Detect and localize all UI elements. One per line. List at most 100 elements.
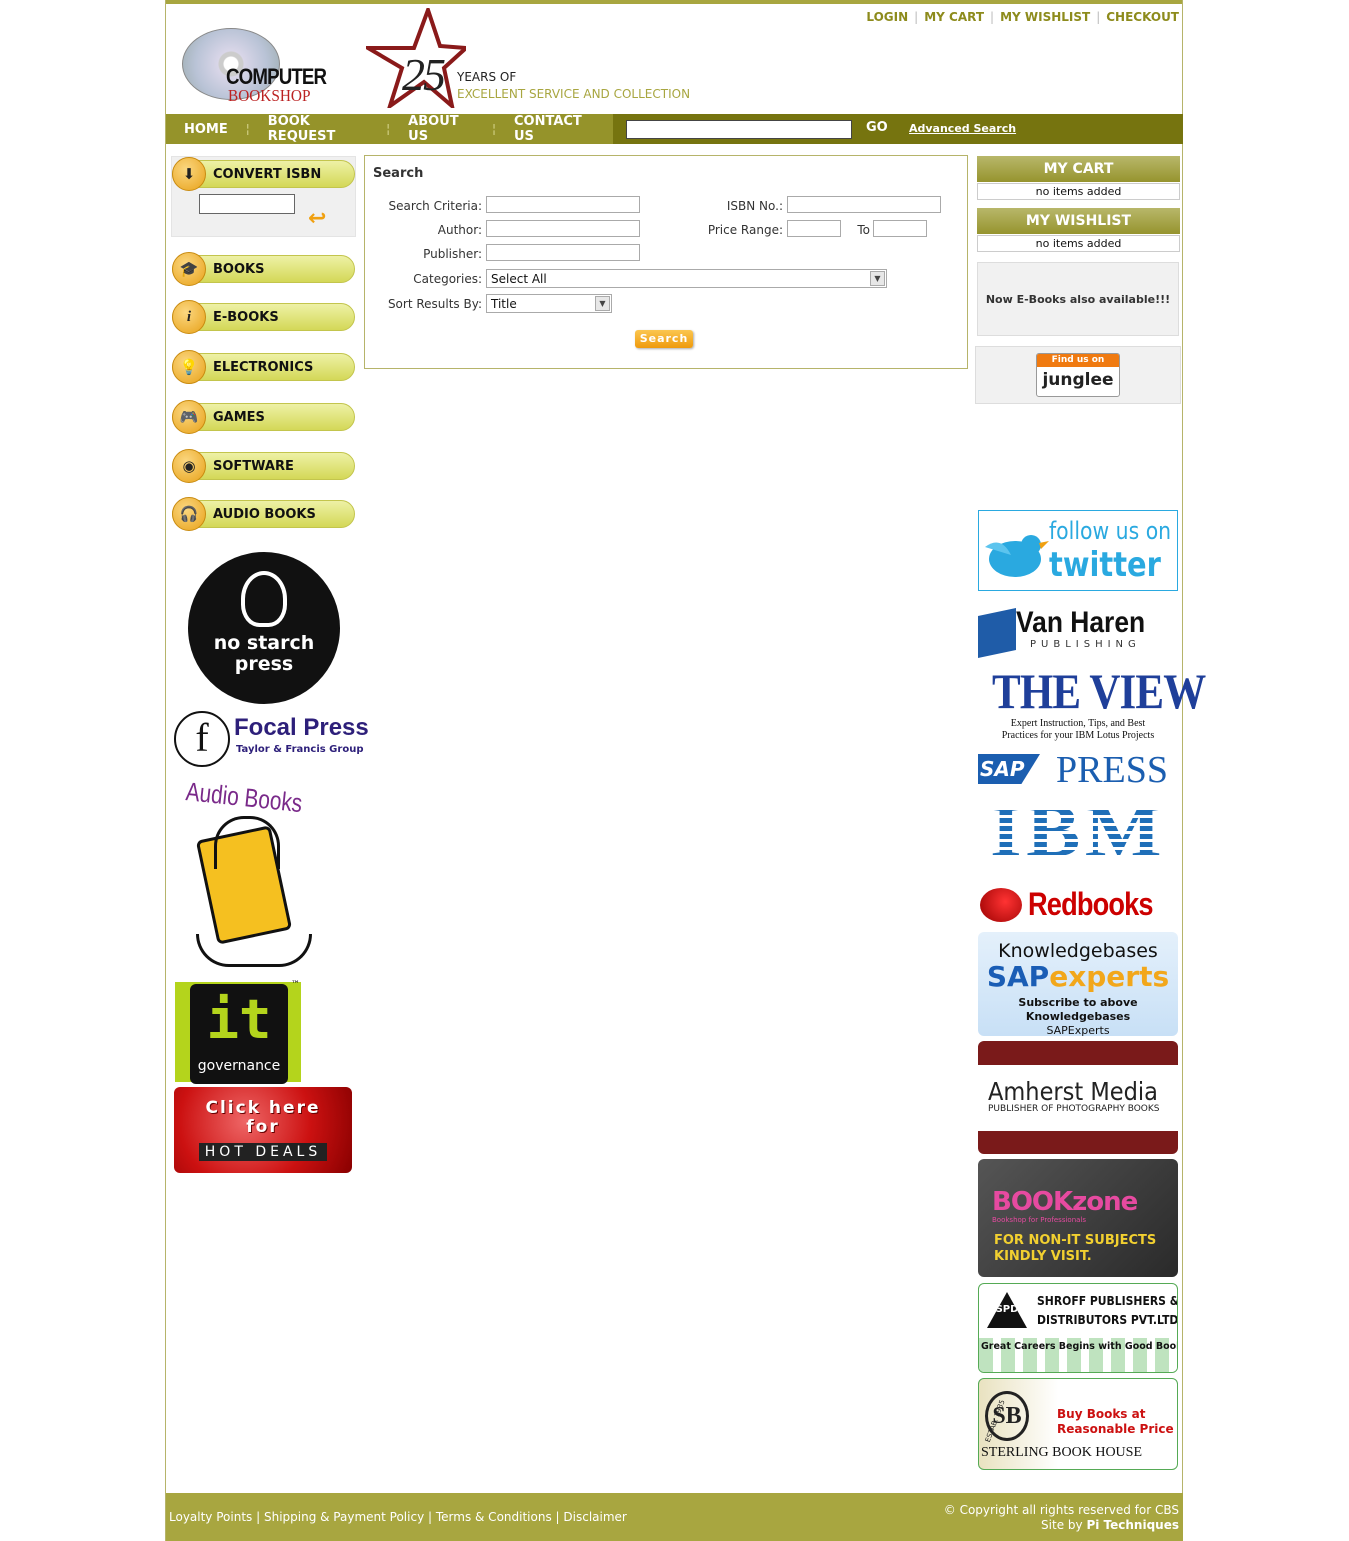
hot-deals-ad[interactable]: Click here for HOT DEALS bbox=[174, 1087, 352, 1173]
sort-selected-value: Title bbox=[491, 297, 517, 311]
login-link[interactable]: LOGIN bbox=[860, 10, 914, 24]
category-label: AUDIO BOOKS bbox=[213, 507, 316, 522]
shroff-logo-icon: SPD bbox=[987, 1292, 1027, 1328]
nav-book-request[interactable]: BOOK REQUEST bbox=[250, 114, 386, 144]
sort-label: Sort Results By: bbox=[387, 297, 482, 311]
category-audio-books[interactable]: 🎧 AUDIO BOOKS bbox=[172, 497, 355, 531]
shipping-policy-link[interactable]: Shipping & Payment Policy bbox=[264, 1510, 424, 1524]
price-from-input[interactable] bbox=[787, 220, 841, 237]
van-haren-title: Van Haren bbox=[1016, 606, 1146, 639]
anniversary-number: 25 bbox=[402, 49, 446, 100]
chevron-down-icon: ▼ bbox=[870, 271, 885, 286]
sort-select[interactable]: Title ▼ bbox=[486, 294, 612, 313]
logo-bookshop: BOOKSHOP bbox=[228, 86, 311, 105]
the-view-sub1: Expert Instruction, Tips, and Best bbox=[1010, 718, 1146, 729]
shroff-publishers-ad[interactable]: SPD SHROFF PUBLISHERS & DISTRIBUTORS PVT… bbox=[978, 1283, 1178, 1373]
kb-brand: SAPexperts bbox=[978, 962, 1178, 992]
focal-press-ad[interactable]: f Focal Press Taylor & Francis Group bbox=[173, 710, 369, 768]
junglee-panel: Find us on junglee bbox=[975, 346, 1181, 404]
ebooks-notice-text: Now E-Books also available!!! bbox=[985, 292, 1171, 306]
author-label: Author: bbox=[437, 223, 482, 237]
it-governance-ad[interactable]: it governance ™ bbox=[174, 980, 304, 1085]
gamepad-icon: 🎮 bbox=[172, 400, 206, 434]
category-ebooks[interactable]: i E-BOOKS bbox=[172, 300, 355, 334]
twitter-follow-ad[interactable]: follow us on twitter bbox=[978, 510, 1178, 591]
publisher-label: Publisher: bbox=[423, 247, 482, 261]
category-label: BOOKS bbox=[213, 262, 265, 277]
ibm-ad[interactable]: IBM bbox=[978, 794, 1178, 870]
footer-links: Loyalty Points | Shipping & Payment Poli… bbox=[169, 1510, 627, 1524]
bookzone-tag: Bookshop for Professionals bbox=[992, 1216, 1087, 1224]
ebooks-notice: Now E-Books also available!!! bbox=[977, 262, 1179, 336]
sap-press-word: PRESS bbox=[1056, 749, 1168, 791]
category-books[interactable]: 🎓 BOOKS bbox=[172, 252, 355, 286]
checkout-link[interactable]: CHECKOUT bbox=[1100, 10, 1179, 24]
advanced-search-link[interactable]: Advanced Search bbox=[909, 122, 1016, 135]
author-input[interactable] bbox=[486, 220, 640, 237]
my-cart-header[interactable]: MY CART bbox=[977, 156, 1180, 182]
mascot-legs-icon bbox=[196, 934, 312, 967]
chevron-down-icon: ▼ bbox=[595, 296, 610, 311]
account-links: LOGIN | MY CART | MY WISHLIST | CHECKOUT bbox=[860, 10, 1179, 24]
van-haren-ad[interactable]: Van Haren PUBLISHING bbox=[978, 600, 1178, 659]
search-submit-button[interactable]: Search bbox=[635, 330, 693, 348]
category-electronics[interactable]: 💡 ELECTRONICS bbox=[172, 350, 355, 384]
my-cart-link[interactable]: MY CART bbox=[918, 10, 990, 24]
audio-books-ad[interactable]: Audio Books bbox=[176, 772, 326, 972]
category-software[interactable]: ◉ SOFTWARE bbox=[172, 449, 355, 483]
sterling-line1: Buy Books at bbox=[1057, 1407, 1146, 1421]
convert-return-icon[interactable]: ↩ bbox=[308, 206, 326, 231]
my-wishlist-link[interactable]: MY WISHLIST bbox=[994, 10, 1096, 24]
category-label: GAMES bbox=[213, 410, 265, 425]
anniversary-years: YEARS OF bbox=[457, 70, 517, 84]
anniversary-tagline: EXCELLENT SERVICE AND COLLECTION bbox=[457, 87, 691, 101]
van-haren-sub: PUBLISHING bbox=[1030, 639, 1141, 650]
bookzone-ad[interactable]: BOOKzone Bookshop for Professionals FOR … bbox=[978, 1159, 1178, 1277]
focal-title: Focal Press bbox=[234, 714, 369, 741]
shroff-line1: SHROFF PUBLISHERS & bbox=[1037, 1294, 1178, 1308]
ibm-logo: IBM bbox=[990, 794, 1166, 870]
categories-select[interactable]: Select All ▼ bbox=[486, 269, 887, 288]
twitter-bird-icon bbox=[985, 535, 1049, 577]
nav-menu: HOME ¦ BOOK REQUEST ¦ ABOUT US ¦ CONTACT US bbox=[166, 114, 613, 144]
category-games[interactable]: 🎮 GAMES bbox=[172, 400, 355, 434]
disclaimer-link[interactable]: Disclaimer bbox=[563, 1510, 626, 1524]
isbn-convert-input[interactable] bbox=[199, 194, 295, 214]
my-wishlist-header[interactable]: MY WISHLIST bbox=[977, 208, 1180, 234]
site-logo[interactable]: COMPUTER BOOKSHOP bbox=[180, 26, 340, 108]
terms-link[interactable]: Terms & Conditions bbox=[436, 1510, 552, 1524]
sap-press-ad[interactable]: SAP PRESS bbox=[978, 749, 1178, 791]
kb-line2: SAPExperts bbox=[1046, 1024, 1110, 1037]
the-view-title: THE VIEW bbox=[992, 663, 1206, 719]
copyright-text: © Copyright all rights reserved for CBS bbox=[943, 1503, 1179, 1517]
sterling-line2: Reasonable Price bbox=[1057, 1422, 1174, 1436]
search-title: Search bbox=[373, 166, 424, 181]
nav-contact-us[interactable]: CONTACT US bbox=[496, 114, 613, 144]
price-range-label: Price Range: bbox=[707, 223, 783, 237]
redbooks-ad[interactable]: Redbooks bbox=[978, 884, 1178, 926]
the-view-ad[interactable]: THE VIEW Expert Instruction, Tips, and B… bbox=[978, 663, 1206, 744]
isbn-input[interactable] bbox=[787, 196, 941, 213]
search-criteria-input[interactable] bbox=[486, 196, 640, 213]
quick-search-input[interactable] bbox=[626, 120, 852, 139]
publisher-input[interactable] bbox=[486, 244, 640, 261]
categories-label: Categories: bbox=[413, 272, 482, 286]
nav-about-us[interactable]: ABOUT US bbox=[390, 114, 492, 144]
headphones-icon: 🎧 bbox=[172, 497, 206, 531]
pi-techniques-link[interactable]: Pi Techniques bbox=[1086, 1518, 1179, 1532]
sap-experts-ad[interactable]: Knowledgebases SAPexperts Subscribe to a… bbox=[978, 932, 1178, 1037]
junglee-badge[interactable]: Find us on junglee bbox=[1036, 353, 1120, 397]
no-starch-mascot-icon bbox=[241, 571, 287, 627]
headphones-icon bbox=[214, 816, 280, 869]
sterling-name: STERLING BOOK HOUSE bbox=[981, 1445, 1142, 1460]
price-to-input[interactable] bbox=[873, 220, 927, 237]
amherst-media-ad[interactable]: Amherst Media PUBLISHER OF PHOTOGRAPHY B… bbox=[978, 1041, 1178, 1154]
junglee-top: Find us on bbox=[1037, 354, 1119, 367]
amherst-sub: PUBLISHER OF PHOTOGRAPHY BOOKS bbox=[988, 1104, 1160, 1114]
hot-deals-line2: for bbox=[246, 1117, 280, 1137]
no-starch-press-ad[interactable]: no starch press bbox=[188, 552, 340, 704]
sterling-book-house-ad[interactable]: SB ESTAB. 1935 Buy Books at Reasonable P… bbox=[978, 1378, 1178, 1470]
nav-home[interactable]: HOME bbox=[166, 122, 246, 137]
loyalty-points-link[interactable]: Loyalty Points bbox=[169, 1510, 252, 1524]
go-button[interactable]: GO bbox=[866, 120, 888, 135]
